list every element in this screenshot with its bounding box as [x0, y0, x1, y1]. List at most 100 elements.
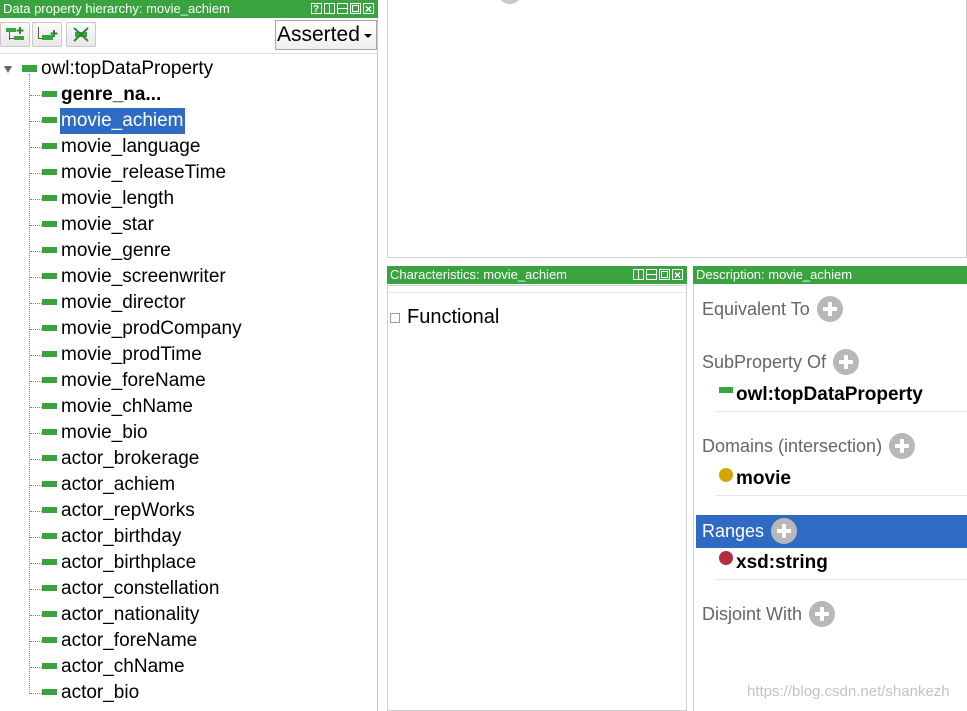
description-panel-title: Description: movie_achiem: [696, 267, 853, 282]
tree-connector: [30, 485, 42, 486]
data-property-icon: [42, 689, 57, 695]
tree-item-label: actor_brokerage: [61, 448, 200, 469]
maximize-icon[interactable]: [350, 3, 361, 14]
characteristics-panel-header: Characteristics: movie_achiem: [387, 266, 687, 284]
delete-property-button[interactable]: [66, 22, 96, 47]
close-icon[interactable]: [672, 266, 683, 284]
tree-item[interactable]: actor_achiem: [0, 472, 377, 498]
split-horizontal-icon[interactable]: [646, 269, 657, 280]
data-property-icon: [42, 429, 57, 435]
tree-item-label: movie_releaseTime: [61, 162, 227, 183]
add-disjoint-icon[interactable]: [809, 601, 836, 627]
data-property-icon: [42, 455, 57, 461]
tree-item-label: movie_director: [61, 292, 186, 313]
help-icon[interactable]: [311, 1, 322, 18]
tree-item-label: movie_language: [61, 136, 201, 157]
data-property-icon: [719, 387, 733, 393]
domain-entry[interactable]: movie: [716, 468, 967, 496]
add-equivalent-icon[interactable]: [816, 296, 843, 322]
tree-item[interactable]: actor_birthplace: [0, 550, 377, 576]
tree-item[interactable]: movie_director: [0, 290, 377, 316]
hierarchy-panel-title: Data property hierarchy: movie_achiem: [3, 1, 230, 16]
data-property-icon: [42, 195, 57, 201]
tree-item[interactable]: actor_birthday: [0, 524, 377, 550]
tree-item[interactable]: movie_foreName: [0, 368, 377, 394]
functional-checkbox[interactable]: [390, 313, 400, 323]
tree-item[interactable]: actor_foreName: [0, 628, 377, 654]
tree-connector: [30, 329, 42, 330]
tree-connector: [30, 589, 42, 590]
hierarchy-mode-dropdown[interactable]: Asserted: [275, 20, 377, 50]
description-panel-header: Description: movie_achiem: [693, 266, 967, 284]
tree-item[interactable]: movie_star: [0, 212, 377, 238]
hierarchy-panel-controls: [311, 0, 374, 18]
tree-connector: [30, 355, 42, 356]
tree-item[interactable]: actor_bio: [0, 680, 377, 706]
divider: [716, 495, 967, 496]
maximize-icon[interactable]: [659, 269, 670, 280]
data-property-icon: [42, 273, 57, 279]
tree-item[interactable]: movie_genre: [0, 238, 377, 264]
divider: [716, 411, 967, 412]
data-property-icon: [42, 637, 57, 643]
disjoint-with-label: Disjoint With: [702, 603, 803, 624]
tree-connector: [30, 147, 42, 148]
data-property-icon: [42, 91, 57, 97]
tree-item[interactable]: actor_brokerage: [0, 446, 377, 472]
tree-item[interactable]: actor_constellation: [0, 576, 377, 602]
split-vertical-icon[interactable]: [633, 269, 644, 280]
subproperty-of-label: SubProperty Of: [702, 351, 827, 372]
tree-connector: [30, 121, 42, 122]
split-horizontal-icon[interactable]: [337, 3, 348, 14]
chevron-down-icon: [364, 34, 372, 38]
add-domain-icon[interactable]: [889, 433, 916, 459]
domain-value: movie: [736, 468, 791, 489]
property-tree: owl:topDataProperty genre_na... movie_ach…: [0, 56, 377, 711]
tree-connector: [30, 615, 42, 616]
data-property-icon: [42, 533, 57, 539]
tree-item[interactable]: actor_chName: [0, 654, 377, 680]
data-property-icon: [42, 663, 57, 669]
subproperty-entry[interactable]: owl:topDataProperty: [716, 384, 967, 412]
upper-view-area: [387, 0, 967, 258]
add-range-icon[interactable]: [771, 518, 798, 544]
tree-item[interactable]: movie_length: [0, 186, 377, 212]
tree-item[interactable]: movie_prodCompany: [0, 316, 377, 342]
tree-connector: [30, 225, 42, 226]
tree-item[interactable]: movie_language: [0, 134, 377, 160]
data-property-icon: [42, 585, 57, 591]
tree-item[interactable]: movie_releaseTime: [0, 160, 377, 186]
tree-connector: [30, 459, 42, 460]
tree-item-label: actor_foreName: [61, 630, 198, 651]
tree-item[interactable]: movie_bio: [0, 420, 377, 446]
tree-item-label: actor_repWorks: [61, 500, 195, 521]
add-sub-property-button[interactable]: [0, 22, 30, 47]
tree-item-label: actor_birthday: [61, 526, 182, 547]
add-superproperty-icon[interactable]: [833, 349, 860, 375]
disjoint-with-section: Disjoint With: [702, 601, 836, 628]
tree-item[interactable]: actor_repWorks: [0, 498, 377, 524]
collapse-triangle-icon[interactable]: [4, 66, 12, 73]
tree-connector: [30, 667, 42, 668]
add-sibling-property-button[interactable]: [32, 22, 62, 47]
range-entry[interactable]: xsd:string: [716, 552, 967, 580]
tree-item[interactable]: movie_chName: [0, 394, 377, 420]
split-vertical-icon[interactable]: [324, 3, 335, 14]
tree-item[interactable]: movie_prodTime: [0, 342, 377, 368]
tree-item-label: actor_chName: [61, 656, 185, 677]
data-property-icon: [22, 65, 37, 72]
equivalent-to-label: Equivalent To: [702, 298, 810, 319]
tree-item[interactable]: movie_screenwriter: [0, 264, 377, 290]
data-property-icon: [42, 351, 57, 357]
tree-item-label: movie_foreName: [61, 370, 206, 391]
data-property-icon: [42, 611, 57, 617]
data-property-icon: [42, 325, 57, 331]
tree-item[interactable]: genre_na...: [0, 82, 377, 108]
tree-connector: [30, 641, 42, 642]
tree-item[interactable]: actor_nationality: [0, 602, 377, 628]
tree-item[interactable]: movie_achiem: [0, 108, 377, 134]
close-icon[interactable]: [363, 0, 374, 18]
data-property-icon: [42, 403, 57, 409]
tree-item-label: actor_nationality: [61, 604, 200, 625]
data-property-hierarchy-panel: Data property hierarchy: movie_achiem ? …: [0, 0, 378, 711]
